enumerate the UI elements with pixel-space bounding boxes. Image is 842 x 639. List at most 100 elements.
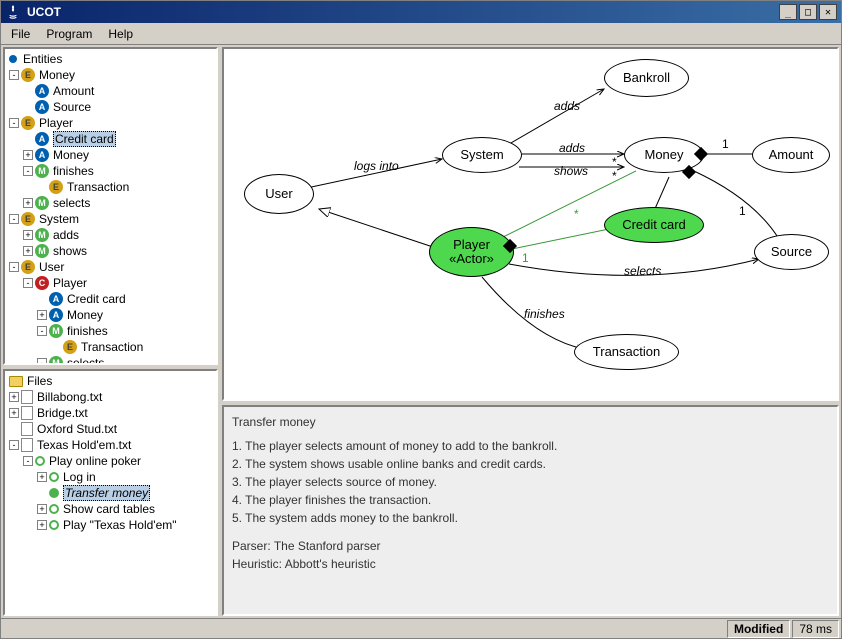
toggle-icon[interactable]: -: [23, 278, 33, 288]
tree-money-amount[interactable]: Amount: [53, 84, 94, 98]
file-icon: [21, 406, 33, 420]
files-tree[interactable]: Files + Billabong.txt + Bridge.txt Oxford …: [3, 369, 218, 616]
label-selects: selects: [624, 264, 661, 278]
toggle-icon[interactable]: +: [9, 408, 19, 418]
uc-transfer[interactable]: Transfer money: [63, 485, 150, 501]
toggle-icon[interactable]: +: [23, 230, 33, 240]
method-icon: M: [35, 196, 49, 210]
toggle-icon[interactable]: -: [23, 166, 33, 176]
tree-user-player-money[interactable]: Money: [67, 308, 103, 322]
attribute-icon: A: [49, 308, 63, 322]
menubar: File Program Help: [1, 23, 841, 45]
entities-tree[interactable]: Entities -EMoney AAmount ASource -EPlaye…: [3, 47, 218, 365]
mult-star: *: [612, 155, 617, 169]
tree-user-player-finishes-tx[interactable]: Transaction: [81, 340, 143, 354]
toggle-icon[interactable]: +: [23, 246, 33, 256]
details-panel: Transfer money 1. The player selects amo…: [222, 405, 839, 616]
menu-program[interactable]: Program: [38, 25, 100, 43]
method-icon: M: [35, 244, 49, 258]
details-step: 2. The system shows usable online banks …: [232, 455, 829, 473]
node-bankroll[interactable]: Bankroll: [604, 59, 689, 97]
tree-player-selects[interactable]: selects: [53, 196, 90, 210]
tree-user-player-cc[interactable]: Credit card: [67, 292, 126, 306]
file-texas[interactable]: Texas Hold'em.txt: [37, 438, 131, 452]
toggle-icon[interactable]: +: [9, 392, 19, 402]
details-step: 4. The player finishes the transaction.: [232, 491, 829, 509]
titlebar: UCOT _ □ ✕: [1, 1, 841, 23]
node-player[interactable]: Player«Actor»: [429, 227, 514, 277]
diagram-canvas[interactable]: User System Bankroll Money Amount Player…: [222, 47, 839, 401]
toggle-icon[interactable]: -: [23, 456, 33, 466]
file-icon: [21, 390, 33, 404]
toggle-icon[interactable]: +: [37, 520, 47, 530]
file-oxford[interactable]: Oxford Stud.txt: [37, 422, 117, 436]
toggle-icon[interactable]: -: [9, 70, 19, 80]
uc-show-tables[interactable]: Show card tables: [63, 502, 155, 516]
circle-icon: [49, 520, 59, 530]
toggle-icon[interactable]: -: [37, 358, 47, 365]
toggle-icon[interactable]: +: [37, 504, 47, 514]
uc-play-texas[interactable]: Play "Texas Hold'em": [63, 518, 177, 532]
tree-player[interactable]: Player: [39, 116, 73, 130]
menu-help[interactable]: Help: [100, 25, 141, 43]
tree-user-player[interactable]: Player: [53, 276, 87, 290]
method-icon: M: [35, 228, 49, 242]
mult-one: 1: [522, 251, 529, 265]
tree-player-creditcard[interactable]: Credit card: [53, 131, 116, 147]
entity-icon: E: [21, 212, 35, 226]
circle-filled-icon: [49, 488, 59, 498]
tree-user-player-selects[interactable]: selects: [67, 356, 104, 365]
tree-money-source[interactable]: Source: [53, 100, 91, 114]
uc-play-online[interactable]: Play online poker: [49, 454, 141, 468]
toggle-icon[interactable]: -: [9, 214, 19, 224]
toggle-icon[interactable]: +: [23, 198, 33, 208]
node-amount[interactable]: Amount: [752, 137, 830, 173]
file-icon: [21, 422, 33, 436]
node-source[interactable]: Source: [754, 234, 829, 270]
mult-star: *: [574, 207, 579, 221]
method-icon: M: [35, 164, 49, 178]
toggle-icon[interactable]: +: [23, 150, 33, 160]
details-heuristic: Heuristic: Abbott's heuristic: [232, 555, 829, 573]
files-root[interactable]: Files: [27, 374, 52, 388]
tree-money[interactable]: Money: [39, 68, 75, 82]
uc-login[interactable]: Log in: [63, 470, 96, 484]
minimize-button[interactable]: _: [779, 4, 797, 20]
tree-system[interactable]: System: [39, 212, 79, 226]
close-button[interactable]: ✕: [819, 4, 837, 20]
toggle-icon[interactable]: -: [9, 262, 19, 272]
node-transaction[interactable]: Transaction: [574, 334, 679, 370]
toggle-icon[interactable]: +: [37, 310, 47, 320]
file-bridge[interactable]: Bridge.txt: [37, 406, 88, 420]
tree-user[interactable]: User: [39, 260, 64, 274]
toggle-icon[interactable]: -: [9, 440, 19, 450]
attribute-icon: A: [35, 132, 49, 146]
label-adds2: adds: [559, 141, 585, 155]
details-step: 3. The player selects source of money.: [232, 473, 829, 491]
tree-player-money[interactable]: Money: [53, 148, 89, 162]
statusbar: Modified 78 ms: [1, 618, 841, 638]
status-timing: 78 ms: [792, 620, 839, 638]
tree-user-player-finishes[interactable]: finishes: [67, 324, 108, 338]
method-icon: M: [49, 356, 63, 365]
details-step: 1. The player selects amount of money to…: [232, 437, 829, 455]
node-system[interactable]: System: [442, 137, 522, 173]
attribute-icon: A: [35, 148, 49, 162]
file-billabong[interactable]: Billabong.txt: [37, 390, 102, 404]
maximize-button[interactable]: □: [799, 4, 817, 20]
toggle-icon[interactable]: +: [37, 472, 47, 482]
menu-file[interactable]: File: [3, 25, 38, 43]
details-title: Transfer money: [232, 413, 829, 431]
node-creditcard[interactable]: Credit card: [604, 207, 704, 243]
toggle-icon[interactable]: -: [9, 118, 19, 128]
tree-player-finishes-tx[interactable]: Transaction: [67, 180, 129, 194]
tree-player-finishes[interactable]: finishes: [53, 164, 94, 178]
toggle-icon[interactable]: -: [37, 326, 47, 336]
attribute-icon: A: [35, 84, 49, 98]
node-user[interactable]: User: [244, 174, 314, 214]
tree-system-adds[interactable]: adds: [53, 228, 79, 242]
attribute-icon: A: [35, 100, 49, 114]
tree-system-shows[interactable]: shows: [53, 244, 87, 258]
entity-icon: E: [21, 116, 35, 130]
tree-root[interactable]: Entities: [23, 52, 62, 66]
